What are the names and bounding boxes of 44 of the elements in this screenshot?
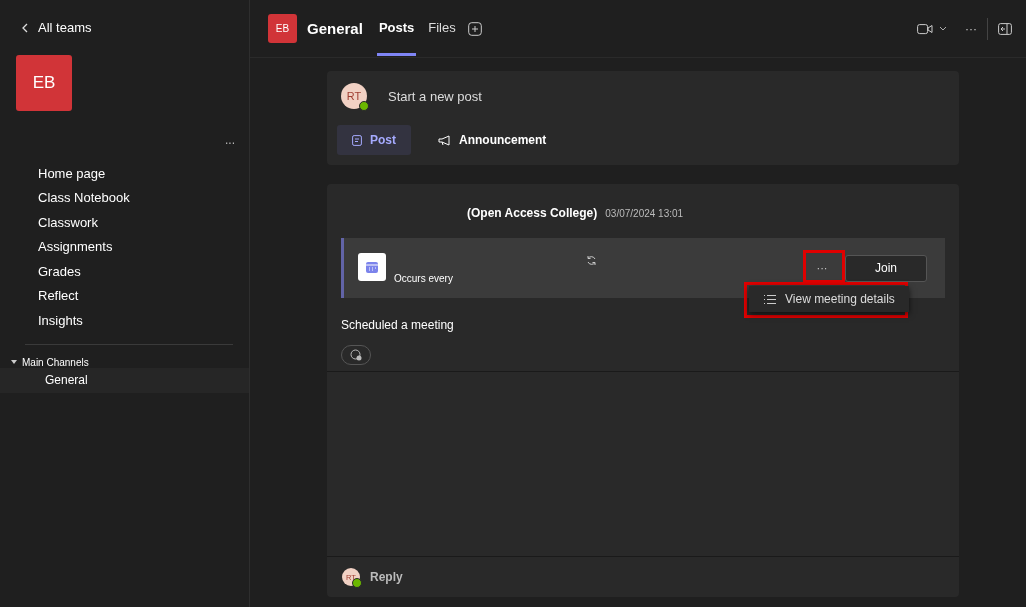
caret-icon [11,359,17,365]
more-options-button[interactable]: ··· [965,21,977,36]
message-text: Scheduled a meeting [341,318,455,332]
list-icon [763,293,777,305]
all-teams-link[interactable]: All teams [22,20,92,35]
sidebar-item[interactable]: Class Notebook [0,185,249,210]
post-icon [352,134,362,146]
sidebar-item[interactable]: Classwork [0,210,249,235]
join-button[interactable]: Join [845,254,927,282]
megaphone-icon [438,134,451,146]
channel-title: General [307,20,363,37]
more-options-button[interactable]: ... [225,133,235,147]
new-post-prompt[interactable]: Start a new post [388,88,482,104]
user-avatar: RT [341,83,367,109]
post-type-tab[interactable]: Post [337,125,411,155]
chevron-down-icon [939,26,947,31]
sidebar-item[interactable]: Grades [0,259,249,284]
team-avatar: EB [268,14,297,43]
channel-group-toggle[interactable]: Main Channels [11,356,249,368]
sidebar-item[interactable]: Home page [0,161,249,186]
side-panel-icon[interactable] [998,22,1012,35]
sidebar-item[interactable]: Reflect [0,283,249,308]
back-chevron-icon [22,22,28,33]
more-options-button[interactable]: ··· [805,254,839,282]
presence-dot [359,101,369,111]
meet-button[interactable] [917,22,947,35]
sidebar-item[interactable]: Insights [0,308,249,333]
team-avatar: EB [16,55,72,111]
reply-button[interactable]: Reply [370,570,403,584]
author-name: (Open Access College) [467,206,598,220]
add-tab-icon[interactable] [467,21,482,36]
channel-item[interactable]: General [0,367,249,393]
smiley-add-icon [350,349,362,361]
recurrence-text: Occurs every [394,273,453,284]
video-camera-icon [917,22,933,35]
calendar-icon [365,260,379,274]
sidebar-item[interactable]: Assignments [0,234,249,259]
presence-dot [352,578,362,588]
menu-item[interactable]: View meeting details [749,286,909,312]
tab[interactable]: Files [426,1,458,56]
recurrence-icon [586,255,597,266]
post-type-tab[interactable]: Announcement [423,125,562,155]
tab[interactable]: Posts [376,1,417,56]
timestamp: 03/07/2024 13:01 [605,208,684,219]
